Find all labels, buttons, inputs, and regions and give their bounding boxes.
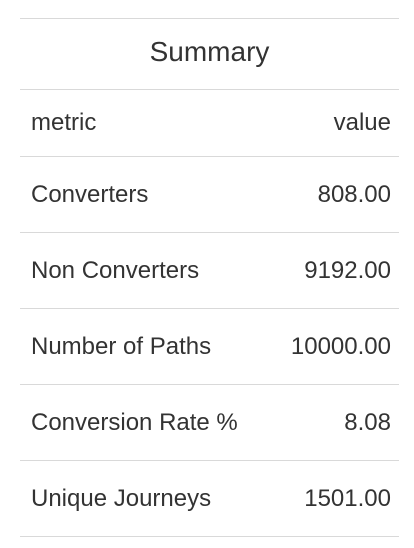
value-cell: 1501.00 [304,484,391,512]
metric-cell: Number of Paths [31,332,212,360]
value-cell: 808.00 [317,180,391,208]
table-row: Conversion Rate % 8.08 [20,385,399,461]
table-row: Non Converters 9192.00 [20,233,399,309]
metric-column-header: metric [31,109,97,136]
metric-cell: Converters [31,180,149,208]
table-title: Summary [20,19,399,90]
table-row: Unique Journeys 1501.00 [20,461,399,537]
value-cell: 8.08 [344,408,391,436]
value-column-header: value [333,109,391,136]
value-cell: 10000.00 [290,332,391,360]
summary-table: Summary metric value Converters 808.00 N… [20,18,399,537]
value-cell: 9192.00 [304,256,391,284]
metric-cell: Non Converters [31,256,200,284]
metric-cell: Unique Journeys [31,484,212,512]
table-row: Number of Paths 10000.00 [20,309,399,385]
metric-cell: Conversion Rate % [31,408,238,436]
table-row: Converters 808.00 [20,157,399,233]
table-header-row: metric value [20,90,399,157]
